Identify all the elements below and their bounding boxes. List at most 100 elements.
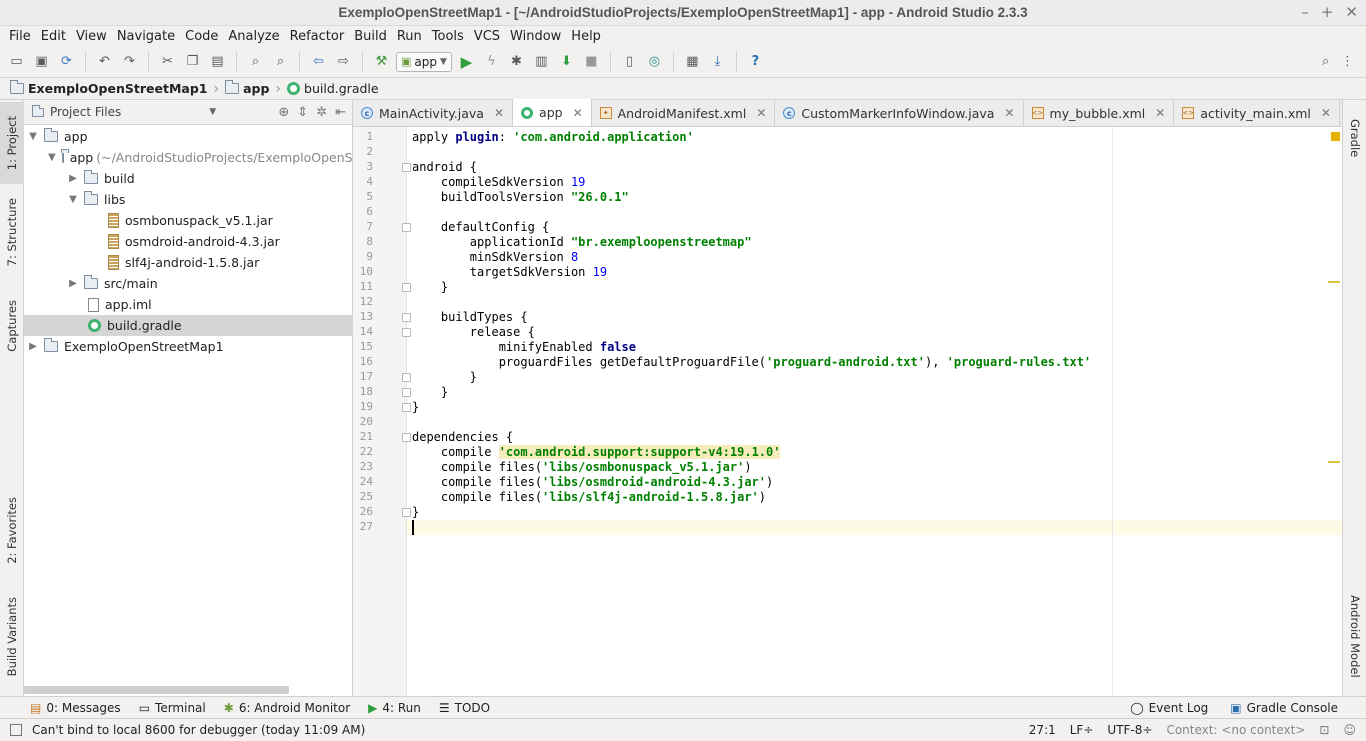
tab-app-build-gradle[interactable]: app ✕: [513, 99, 592, 126]
fold-marker-icon[interactable]: [402, 388, 411, 397]
collapsed-arrow-icon[interactable]: ▶: [68, 173, 78, 184]
close-tab-icon[interactable]: ✕: [573, 106, 583, 120]
project-structure-icon[interactable]: ▦: [682, 51, 703, 72]
code-line[interactable]: }: [412, 370, 477, 385]
expanded-arrow-icon[interactable]: ▼: [48, 152, 56, 163]
code-line[interactable]: compile files('libs/osmdroid-android-4.3…: [412, 475, 773, 490]
tool-tab-gradle-console[interactable]: ▣ Gradle Console: [1230, 701, 1338, 715]
code-line[interactable]: defaultConfig {: [412, 220, 549, 235]
menu-edit[interactable]: Edit: [36, 29, 71, 44]
code-line[interactable]: buildToolsVersion "26.0.1": [412, 190, 629, 205]
code-line[interactable]: apply plugin: 'com.android.application': [412, 130, 694, 145]
undo-icon[interactable]: ↶: [94, 51, 115, 72]
close-tab-icon[interactable]: ✕: [756, 106, 766, 120]
fold-marker-icon[interactable]: [402, 163, 411, 172]
help-icon[interactable]: ?: [745, 51, 766, 72]
file-encoding[interactable]: UTF-8÷: [1107, 723, 1152, 737]
tree-item-jar[interactable]: osmdroid-android-4.3.jar: [24, 231, 353, 252]
expanded-arrow-icon[interactable]: ▼: [68, 194, 78, 205]
minimize-icon[interactable]: –: [1301, 3, 1309, 21]
code-line[interactable]: minSdkVersion 8: [412, 250, 578, 265]
tab-custommarkerinfowindow[interactable]: c CustomMarkerInfoWindow.java ✕: [775, 100, 1024, 126]
tree-item-build[interactable]: ▶ build: [24, 168, 353, 189]
cut-icon[interactable]: ✂: [157, 51, 178, 72]
breadcrumb-module[interactable]: app: [223, 80, 275, 96]
tool-tab-messages[interactable]: ▤ 0: Messages: [30, 701, 121, 715]
tool-tab-android-monitor[interactable]: ✱ 6: Android Monitor: [224, 701, 350, 715]
scrollbar-marker[interactable]: [1328, 461, 1340, 463]
menu-file[interactable]: File: [4, 29, 36, 44]
tree-item-jar[interactable]: slf4j-android-1.5.8.jar: [24, 252, 353, 273]
fold-marker-icon[interactable]: [402, 508, 411, 517]
hide-panel-icon[interactable]: ⇤: [335, 105, 346, 120]
sdk-manager-icon[interactable]: ⤓: [707, 51, 728, 72]
copy-icon[interactable]: ❐: [182, 51, 203, 72]
more-icon[interactable]: ⋮: [1337, 51, 1358, 72]
breadcrumb-file[interactable]: build.gradle: [285, 81, 385, 96]
code-line[interactable]: release {: [412, 325, 535, 340]
fold-marker-icon[interactable]: [402, 433, 411, 442]
code-area[interactable]: 1 2 3 4 5 6 7 8 9 10 11 12 13 14 15 16 17 18 19 20 21 22 23 24 2…: [353, 127, 1342, 696]
close-tab-icon[interactable]: ✕: [1321, 106, 1331, 120]
scrollbar-marker[interactable]: [1328, 281, 1340, 283]
close-icon[interactable]: ✕: [1345, 3, 1358, 21]
line-separator[interactable]: LF÷: [1070, 723, 1094, 737]
inspector-icon[interactable]: ☺: [1343, 723, 1356, 737]
code-line[interactable]: }: [412, 280, 448, 295]
fold-marker-icon[interactable]: [402, 283, 411, 292]
apply-changes-icon[interactable]: ϟ: [481, 51, 502, 72]
profile-icon[interactable]: ▥: [531, 51, 552, 72]
tab-activity-main[interactable]: <> activity_main.xml ✕: [1174, 100, 1340, 126]
tool-tab-build-variants[interactable]: Build Variants: [0, 588, 24, 686]
debug-icon[interactable]: ✱: [506, 51, 527, 72]
menu-view[interactable]: View: [71, 29, 112, 44]
inspection-status-icon[interactable]: [1331, 132, 1340, 141]
redo-icon[interactable]: ↷: [119, 51, 140, 72]
tool-tab-structure[interactable]: 7: Structure: [0, 192, 24, 272]
gradle-sync-icon[interactable]: ◎: [644, 51, 665, 72]
status-message[interactable]: Can't bind to local 8600 for debugger (t…: [32, 723, 365, 737]
menu-code[interactable]: Code: [180, 29, 223, 44]
replace-icon[interactable]: ⌕: [270, 51, 291, 72]
fold-marker-icon[interactable]: [402, 403, 411, 412]
menu-build[interactable]: Build: [349, 29, 392, 44]
menu-navigate[interactable]: Navigate: [112, 29, 180, 44]
back-icon[interactable]: ⇦: [308, 51, 329, 72]
make-project-icon[interactable]: ⚒: [371, 51, 392, 72]
code-line[interactable]: }: [412, 385, 448, 400]
maximize-icon[interactable]: +: [1321, 3, 1334, 21]
close-tab-icon[interactable]: ✕: [1155, 106, 1165, 120]
tool-windows-toggle-icon[interactable]: [10, 724, 22, 736]
code-line[interactable]: targetSdkVersion 19: [412, 265, 607, 280]
tool-tab-gradle[interactable]: Gradle: [1343, 108, 1366, 168]
tree-item-app-root[interactable]: ▼ app: [24, 126, 353, 147]
code-line[interactable]: applicationId "br.exemploopenstreetmap": [412, 235, 752, 250]
horizontal-scrollbar[interactable]: [24, 686, 289, 694]
tree-item-build-gradle[interactable]: build.gradle: [24, 315, 353, 336]
fold-marker-icon[interactable]: [402, 223, 411, 232]
fold-marker-icon[interactable]: [402, 313, 411, 322]
forward-icon[interactable]: ⇨: [333, 51, 354, 72]
run-config-select[interactable]: ▣ app ▼: [396, 51, 452, 72]
paste-icon[interactable]: ▤: [207, 51, 228, 72]
project-view-select[interactable]: Project Files: [50, 105, 121, 119]
open-folder-icon[interactable]: ▭: [6, 51, 27, 72]
menu-tools[interactable]: Tools: [427, 29, 469, 44]
avd-manager-icon[interactable]: ▯: [619, 51, 640, 72]
collapse-all-icon[interactable]: ⇕: [297, 105, 308, 120]
code-line[interactable]: }: [412, 400, 419, 415]
code-line[interactable]: dependencies {: [412, 430, 513, 445]
locate-icon[interactable]: ⊕: [278, 105, 289, 120]
close-tab-icon[interactable]: ✕: [494, 106, 504, 120]
code-line[interactable]: proguardFiles getDefaultProguardFile('pr…: [412, 355, 1091, 370]
tool-tab-event-log[interactable]: ◯ Event Log: [1130, 701, 1208, 715]
tree-item-jar[interactable]: osmbonuspack_v5.1.jar: [24, 210, 353, 231]
run-icon[interactable]: ▶: [456, 51, 477, 72]
tool-tab-favorites[interactable]: 2: Favorites: [0, 485, 24, 575]
tool-tab-run[interactable]: ▶ 4: Run: [368, 701, 421, 715]
caret-position[interactable]: 27:1: [1029, 723, 1056, 737]
code-line[interactable]: android {: [412, 160, 477, 175]
menu-vcs[interactable]: VCS: [469, 29, 505, 44]
tool-tab-project[interactable]: 1: Project: [0, 102, 24, 184]
tool-tab-captures[interactable]: Captures: [0, 290, 24, 362]
